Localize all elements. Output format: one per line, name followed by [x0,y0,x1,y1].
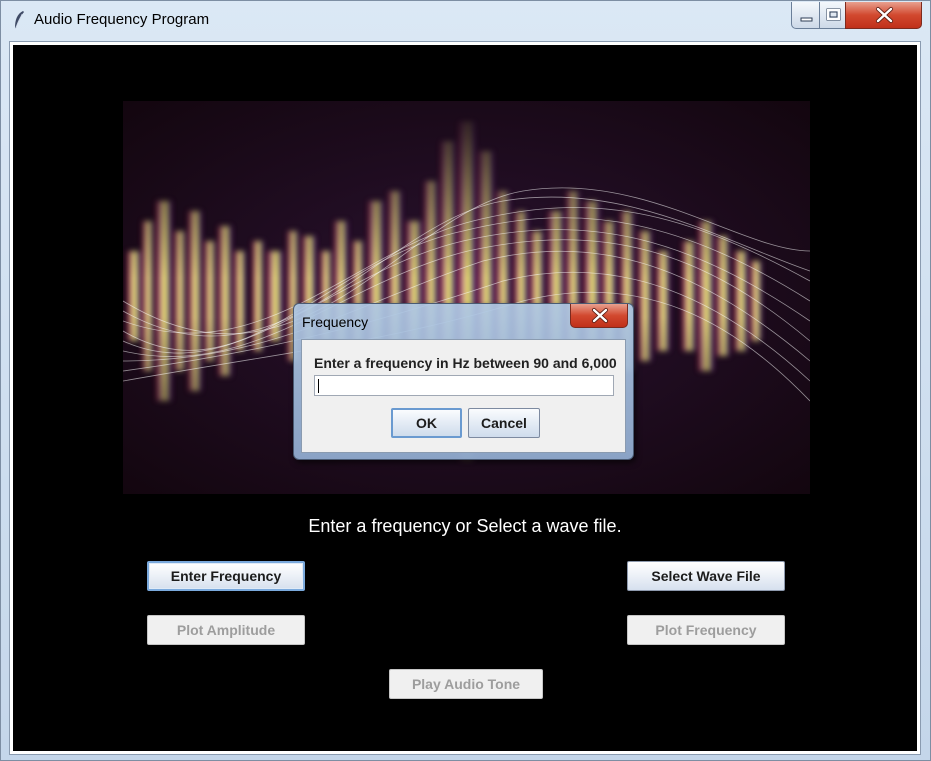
play-audio-tone-button[interactable]: Play Audio Tone [389,669,543,699]
select-wave-file-button[interactable]: Select Wave File [627,561,785,591]
dialog-body: Enter a frequency in Hz between 90 and 6… [301,339,626,453]
close-button[interactable] [845,2,922,29]
ok-button[interactable]: OK [391,408,462,438]
title-bar[interactable]: Audio Frequency Program [1,1,930,39]
close-icon [876,7,893,23]
dialog-title: Frequency [302,314,369,330]
plot-amplitude-button[interactable]: Plot Amplitude [147,615,305,645]
cancel-button[interactable]: Cancel [468,408,540,438]
enter-frequency-button[interactable]: Enter Frequency [147,561,305,591]
window-title: Audio Frequency Program [34,11,210,28]
instruction-text: Enter a frequency or Select a wave file. [308,516,622,536]
dialog-message: Enter a frequency in Hz between 90 and 6… [314,355,617,371]
minimize-icon [800,17,813,22]
plot-frequency-button[interactable]: Plot Frequency [627,615,785,645]
close-icon [592,308,608,323]
frequency-dialog: Frequency Enter a frequency in Hz betwee… [293,303,634,460]
maximize-button[interactable] [819,2,846,29]
feather-icon [14,11,24,30]
frequency-input[interactable] [314,375,614,396]
dialog-close-button[interactable] [570,304,628,328]
minimize-button[interactable] [791,2,820,29]
text-caret [318,379,319,393]
maximize-icon [826,8,841,21]
